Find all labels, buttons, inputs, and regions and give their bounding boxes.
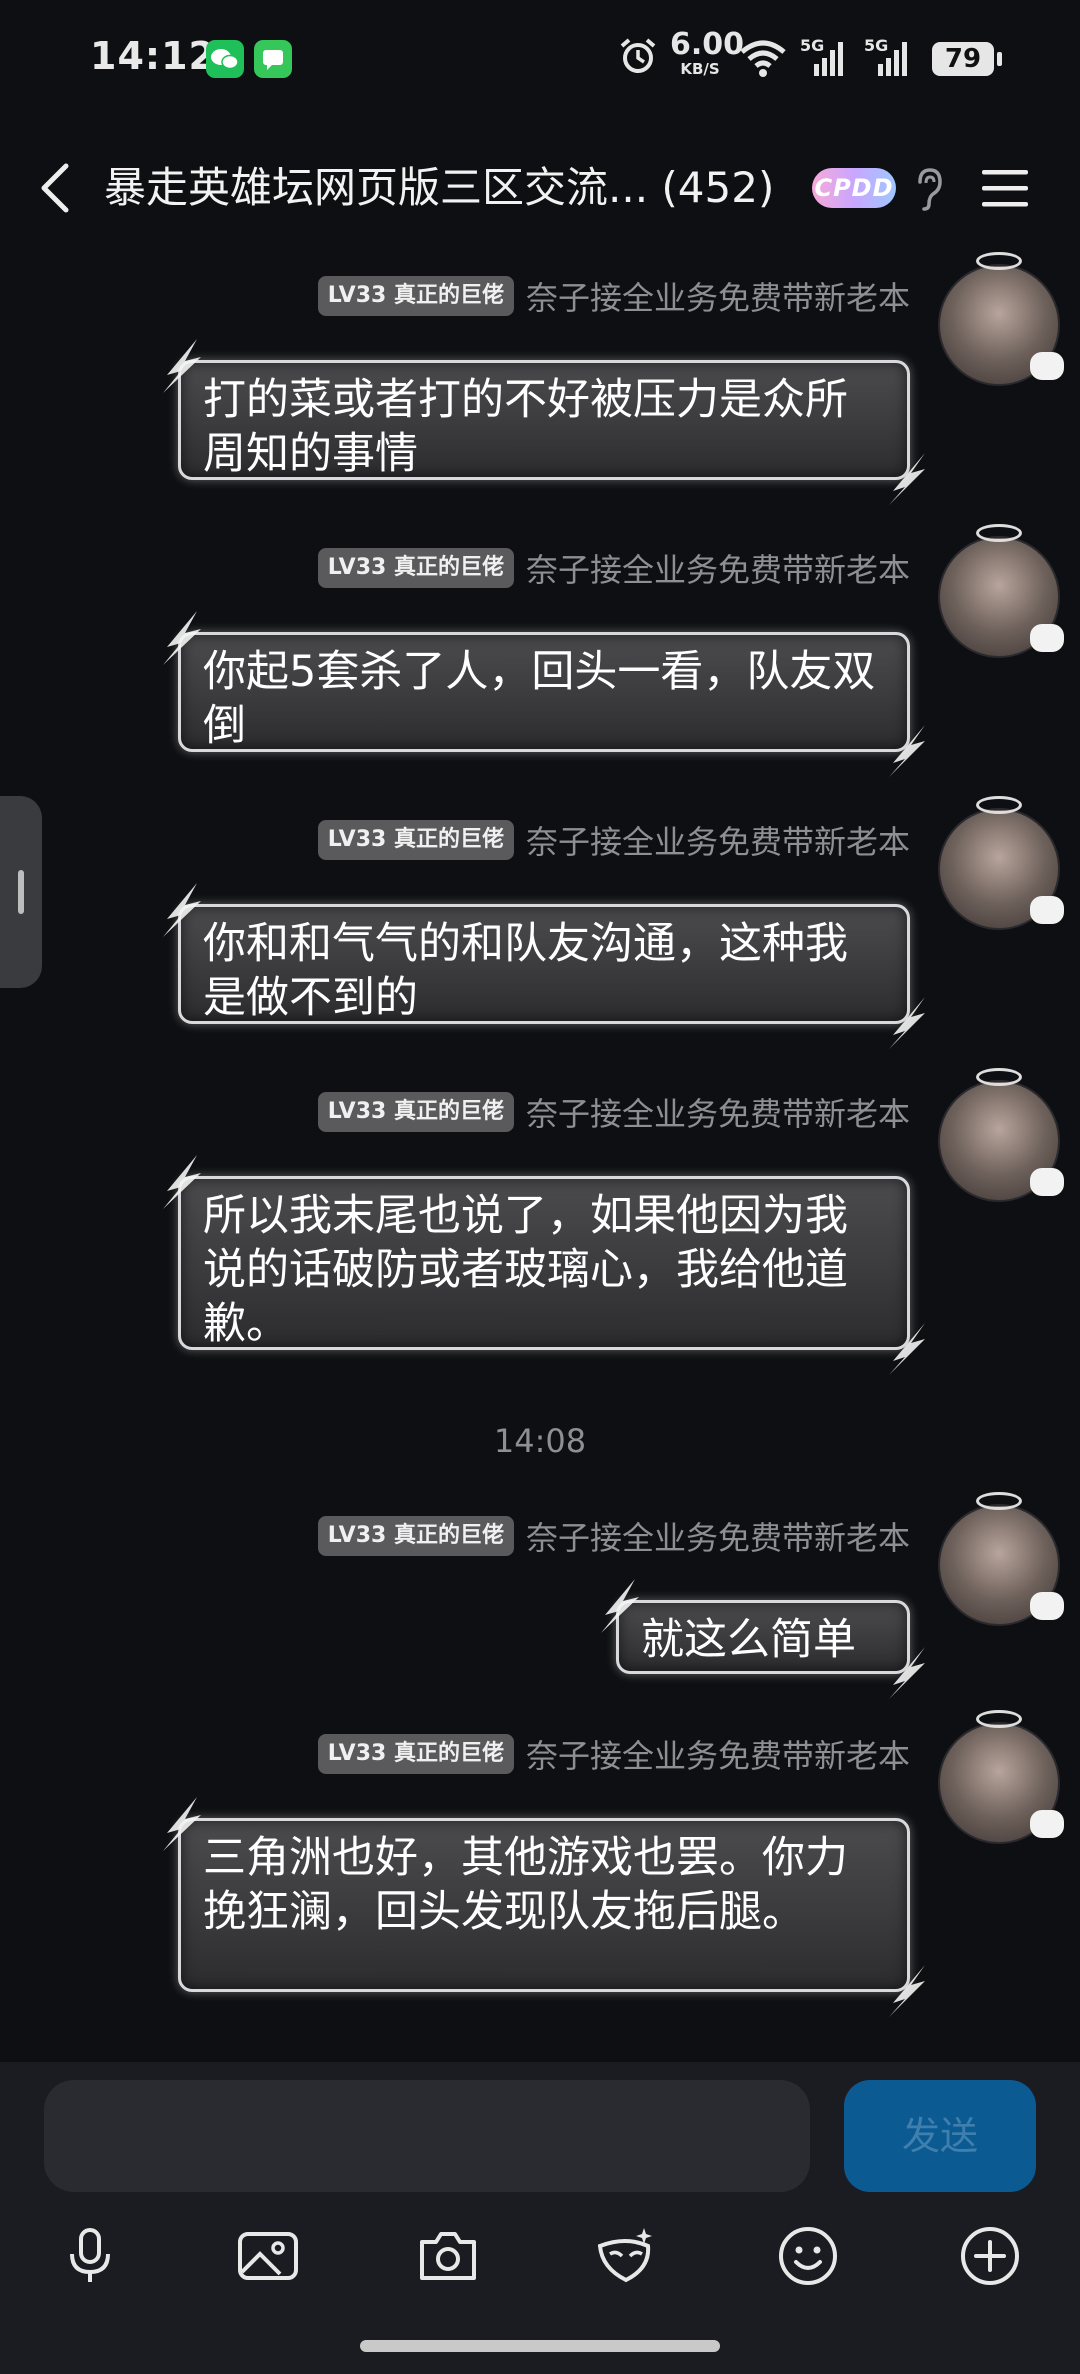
send-button[interactable]: 发送: [844, 2080, 1036, 2192]
chat-title[interactable]: 暴走英雄坛网页版三区交流... (452): [104, 158, 774, 218]
message-sender: LV33 真正的巨佬 奈子接全业务免费带新老本: [317, 1731, 910, 1777]
sender-nickname[interactable]: 奈子接全业务免费带新老本: [526, 273, 910, 319]
message-notification-icon: [254, 40, 292, 78]
wing-decoration-icon: [889, 1323, 925, 1375]
level-badge: LV33 真正的巨佬: [317, 276, 514, 316]
sender-nickname[interactable]: 奈子接全业务免费带新老本: [526, 817, 910, 863]
camera-icon[interactable]: [416, 2224, 480, 2288]
message-bubble[interactable]: 你和和气气的和队友沟通，这种我是做不到的: [163, 883, 925, 1049]
wing-decoration-icon: [163, 1155, 201, 1209]
message-timestamp: 14:08: [493, 1422, 587, 1460]
battery-indicator: 79: [932, 42, 1002, 76]
avatar[interactable]: [938, 796, 1064, 930]
message-text: 你起5套杀了人，回头一看，队友双倒: [203, 647, 876, 751]
level-badge: LV33 真正的巨佬: [317, 820, 514, 860]
network-speed-value: 6.00: [670, 27, 745, 62]
cellular-signal-1-icon: 5G: [800, 36, 850, 78]
message-text: 三角洲也好，其他游戏也罢。你力挽狂澜，回头发现队友拖后腿。: [203, 1833, 848, 1937]
message-bubble[interactable]: 就这么简单: [601, 1579, 925, 1699]
wing-decoration-icon: [163, 883, 201, 937]
message-sender: LV33 真正的巨佬 奈子接全业务免费带新老本: [317, 545, 910, 591]
message-text: 你和和气气的和队友沟通，这种我是做不到的: [203, 919, 848, 1023]
wing-decoration-icon: [163, 1797, 201, 1851]
message-sender: LV33 真正的巨佬 奈子接全业务免费带新老本: [317, 817, 910, 863]
wing-decoration-icon: [889, 725, 925, 777]
cellular-signal-2-icon: 5G: [864, 36, 914, 78]
message-bubble[interactable]: 打的菜或者打的不好被压力是众所周知的事情: [163, 339, 925, 505]
avatar[interactable]: [938, 252, 1064, 386]
sender-nickname[interactable]: 奈子接全业务免费带新老本: [526, 1731, 910, 1777]
wechat-notification-icon: [206, 40, 244, 78]
wing-decoration-icon: [889, 1965, 925, 2017]
microphone-icon[interactable]: [58, 2224, 122, 2288]
message-sender: LV33 真正的巨佬 奈子接全业务免费带新老本: [317, 273, 910, 319]
image-icon[interactable]: [236, 2224, 300, 2288]
avatar[interactable]: [938, 1492, 1064, 1626]
level-badge: LV33 真正的巨佬: [317, 548, 514, 588]
wing-decoration-icon: [889, 997, 925, 1049]
sender-nickname[interactable]: 奈子接全业务免费带新老本: [526, 1089, 910, 1135]
menu-icon[interactable]: [980, 166, 1030, 210]
level-badge: LV33 真正的巨佬: [317, 1092, 514, 1132]
plus-icon[interactable]: [958, 2224, 1022, 2288]
message-text: 打的菜或者打的不好被压力是众所周知的事情: [203, 375, 848, 479]
alarm-icon: [618, 36, 658, 76]
sender-nickname[interactable]: 奈子接全业务免费带新老本: [526, 1513, 910, 1559]
cpdd-badge[interactable]: CPDD: [812, 168, 896, 208]
message-text: 所以我末尾也说了，如果他因为我说的话破防或者玻璃心，我给他道歉。: [203, 1191, 848, 1349]
wing-decoration-icon: [601, 1579, 639, 1633]
level-badge: LV33 真正的巨佬: [317, 1516, 514, 1556]
network-speed-unit: KB/S: [680, 60, 720, 78]
status-time: 14:12: [90, 34, 216, 78]
network-speed: 6.00 KB/S: [670, 27, 745, 78]
message-text: 就这么简单: [641, 1615, 856, 1665]
wing-decoration-icon: [163, 611, 201, 665]
mask-icon[interactable]: [594, 2224, 658, 2288]
wifi-icon: [738, 38, 788, 78]
side-drawer-handle[interactable]: [0, 796, 42, 988]
avatar[interactable]: [938, 524, 1064, 658]
avatar[interactable]: [938, 1068, 1064, 1202]
wing-decoration-icon: [889, 1647, 925, 1699]
status-bar: 14:12 6.00 KB/S 5G 5G 79: [0, 0, 1080, 120]
sender-nickname[interactable]: 奈子接全业务免费带新老本: [526, 545, 910, 591]
level-badge: LV33 真正的巨佬: [317, 1734, 514, 1774]
message-input[interactable]: [44, 2080, 810, 2192]
wing-decoration-icon: [163, 339, 201, 393]
message-sender: LV33 真正的巨佬 奈子接全业务免费带新老本: [317, 1513, 910, 1559]
ear-icon[interactable]: [912, 166, 946, 212]
wing-decoration-icon: [889, 453, 925, 505]
home-indicator[interactable]: [360, 2340, 720, 2352]
emoji-icon[interactable]: [776, 2224, 840, 2288]
avatar[interactable]: [938, 1710, 1064, 1844]
back-icon[interactable]: [36, 158, 76, 218]
message-bubble[interactable]: 三角洲也好，其他游戏也罢。你力挽狂澜，回头发现队友拖后腿。: [163, 1797, 925, 2017]
message-bubble[interactable]: 你起5套杀了人，回头一看，队友双倒: [163, 611, 925, 777]
message-bubble[interactable]: 所以我末尾也说了，如果他因为我说的话破防或者玻璃心，我给他道歉。: [163, 1155, 925, 1375]
message-sender: LV33 真正的巨佬 奈子接全业务免费带新老本: [317, 1089, 910, 1135]
